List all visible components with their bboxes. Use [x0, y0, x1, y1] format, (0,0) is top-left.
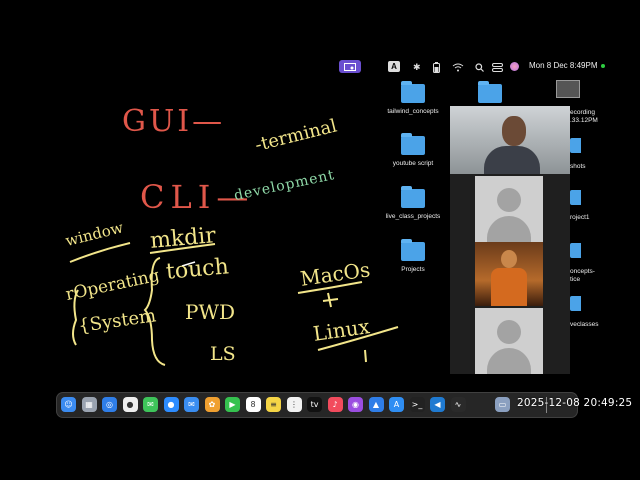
- folder-icon[interactable]: [570, 190, 581, 205]
- dock: ☺ ▦ ◎ ● ✉ ● ✉ ✿ ▶ 8 ≡ ⋮ tv ♪ ◉ ▲ A >_ ◀ ∿ ▭: [56, 392, 578, 418]
- video-tile-participant[interactable]: [475, 176, 543, 242]
- touch-label: touch: [165, 254, 230, 285]
- preview-icon[interactable]: ▭: [495, 397, 510, 412]
- development-label: development: [232, 167, 337, 204]
- reminders-icon[interactable]: ⋮: [286, 397, 302, 412]
- bluetooth-icon[interactable]: ✱: [413, 60, 421, 74]
- siri-icon[interactable]: [510, 62, 519, 71]
- folder-label: youtube script: [392, 160, 434, 167]
- input-source-icon[interactable]: A: [388, 61, 400, 72]
- recording-timestamp: 2025-12-08 20:49:25: [517, 397, 633, 409]
- chrome-icon[interactable]: ●: [122, 397, 138, 412]
- folder-youtube-script[interactable]: youtube script: [378, 133, 448, 167]
- calendar-icon[interactable]: 8: [245, 397, 261, 412]
- ls-label: LS: [210, 343, 236, 365]
- partial-label: roject1: [570, 214, 590, 221]
- control-center-icon[interactable]: [492, 60, 503, 74]
- search-icon[interactable]: [475, 60, 484, 74]
- zoom-icon[interactable]: ●: [163, 397, 179, 412]
- folder-projects[interactable]: Projects: [378, 239, 448, 273]
- video-tile-participant-avatar[interactable]: [475, 242, 543, 306]
- presenter-face: [502, 116, 526, 146]
- pwd-label: PWD: [185, 300, 236, 324]
- folder-unlabeled[interactable]: [455, 81, 525, 103]
- notes-icon[interactable]: ≡: [266, 397, 281, 412]
- folder-icon[interactable]: [570, 243, 581, 258]
- podcasts-icon[interactable]: ◉: [348, 397, 363, 412]
- avatar: [501, 250, 517, 268]
- partial-label: ecording: [570, 109, 595, 116]
- partial-label: oncepts-: [570, 268, 595, 275]
- tv-icon[interactable]: tv: [307, 397, 322, 412]
- keynote-icon[interactable]: ▲: [368, 397, 384, 412]
- recording-thumbnail-icon[interactable]: [556, 80, 580, 98]
- operating-label: rOperating: [63, 265, 162, 305]
- macos-label: MacOs: [298, 257, 372, 291]
- partial-label: shots: [570, 163, 586, 170]
- window-label: window: [63, 218, 126, 250]
- folder-label: tailwind_concepts: [387, 108, 439, 115]
- launchpad-icon[interactable]: ▦: [81, 397, 97, 412]
- battery-icon[interactable]: [433, 60, 440, 74]
- screen-capture-icon[interactable]: [339, 60, 361, 73]
- folder-live-class-projects[interactable]: live_class_projects: [378, 186, 448, 220]
- folder-icon: [478, 81, 502, 103]
- vscode-icon[interactable]: ◀: [430, 397, 445, 412]
- video-call-panel[interactable]: [450, 106, 570, 374]
- mkdir-label: mkdir: [149, 223, 217, 254]
- video-tile-participant[interactable]: [475, 308, 543, 374]
- folder-icon[interactable]: [570, 138, 581, 153]
- photos-icon[interactable]: ✿: [204, 397, 220, 412]
- folder-tailwind-concepts[interactable]: tailwind_concepts: [378, 81, 448, 115]
- folder-icon: [401, 239, 425, 261]
- music-icon[interactable]: ♪: [327, 397, 343, 412]
- menu-clock[interactable]: Mon 8 Dec 8:49PM: [529, 61, 597, 70]
- folder-label: live_class_projects: [385, 213, 441, 220]
- activity-monitor-icon[interactable]: ∿: [450, 397, 466, 412]
- app-store-icon[interactable]: A: [389, 397, 404, 412]
- wifi-icon[interactable]: [452, 60, 464, 74]
- safari-icon[interactable]: ◎: [102, 397, 117, 412]
- system-label: {System: [77, 305, 158, 337]
- avatar-placeholder-icon: [497, 320, 521, 344]
- menu-bar: A ✱ Mon 8 Dec 8:49PM: [0, 56, 640, 78]
- folder-icon: [401, 81, 425, 103]
- partial-label: tice: [570, 276, 581, 283]
- mail-icon[interactable]: ✉: [184, 397, 199, 412]
- terminal-icon[interactable]: >_: [409, 397, 425, 412]
- finder-icon[interactable]: ☺: [61, 397, 76, 412]
- facetime-icon[interactable]: ▶: [225, 397, 240, 412]
- linux-label: Linux: [311, 314, 372, 346]
- avatar-placeholder-icon: [497, 188, 521, 212]
- folder-icon: [401, 186, 425, 208]
- folder-icon: [401, 133, 425, 155]
- gui-label: GUI—: [122, 104, 226, 139]
- partial-label: veclasses: [570, 321, 599, 328]
- presenter-body: [484, 146, 540, 174]
- recording-indicator-icon: [601, 64, 605, 68]
- folder-label: Projects: [401, 266, 425, 273]
- folder-icon[interactable]: [570, 296, 581, 311]
- partial-label: .33.12PM: [570, 117, 598, 124]
- video-tile-presenter[interactable]: [450, 106, 570, 174]
- messages-icon[interactable]: ✉: [143, 397, 158, 412]
- terminal-label: -terminal: [252, 115, 340, 156]
